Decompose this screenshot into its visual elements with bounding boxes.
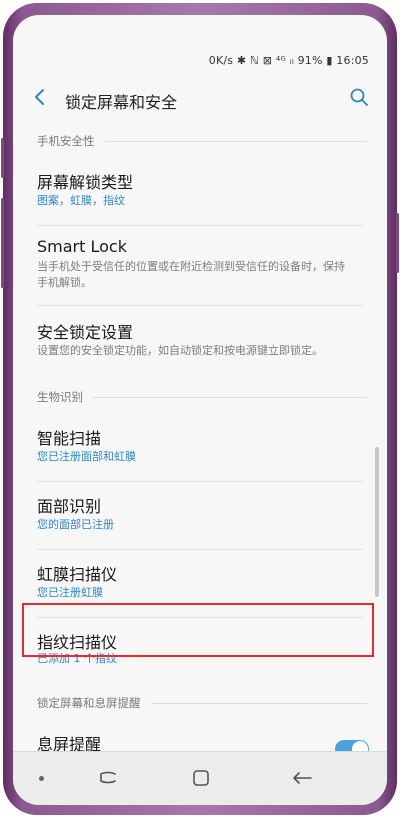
setting-subtitle: 图案，虹膜，指纹 (37, 194, 125, 207)
app-bar: 锁定屏幕和安全 (13, 75, 387, 119)
divider (37, 305, 363, 306)
setting-subtitle: 当手机处于受信任的位置或在附近检测到受信任的设备时，保持手机解锁。 (37, 260, 345, 289)
back-arrow-icon[interactable] (31, 87, 51, 107)
setting-title: 面部识别 (37, 497, 102, 516)
setting-always-on-display[interactable]: 息屏提醒 (13, 723, 373, 754)
fingerprint-highlight-box (22, 603, 374, 657)
search-icon[interactable] (349, 87, 369, 107)
section-label: 生物识别 (37, 390, 83, 404)
setting-face-recognition[interactable]: 面部识别 您的面部已注册 (13, 483, 373, 549)
status-bar: 0K/s ✱ ℕ ⊠ ⁴ᴳ ᵢₗ 91% ▮ 16:05 (13, 51, 387, 71)
setting-secure-lock[interactable]: 安全锁定设置 设置您的安全锁定功能，如自动锁定和按电源键立即锁定。 (13, 311, 373, 377)
setting-subtitle: 您已注册面部和虹膜 (37, 450, 136, 463)
divider (37, 549, 363, 550)
navigation-bar (13, 751, 387, 805)
section-divider (93, 396, 367, 398)
setting-title: 智能扫描 (37, 429, 102, 448)
scrollbar[interactable] (375, 447, 379, 597)
setting-subtitle: 您已注册虹膜 (37, 586, 103, 599)
setting-smart-lock[interactable]: Smart Lock 当手机处于受信任的位置或在附近检测到受信任的设备时，保持手… (13, 229, 373, 301)
setting-title: 虹膜扫描仪 (37, 565, 118, 584)
setting-title: Smart Lock (37, 237, 127, 256)
bixby-button (1, 198, 4, 288)
section-header-phone-security: 手机安全性 (37, 133, 367, 149)
setting-intelligent-scan[interactable]: 智能扫描 您已注册面部和虹膜 (13, 415, 373, 481)
section-divider (150, 702, 367, 704)
section-divider (104, 140, 367, 142)
section-header-lock-screen: 锁定屏幕和息屏提醒 (37, 695, 367, 711)
home-icon[interactable] (191, 768, 211, 788)
section-label: 手机安全性 (37, 134, 95, 148)
screen: 0K/s ✱ ℕ ⊠ ⁴ᴳ ᵢₗ 91% ▮ 16:05 锁定屏幕和安全 手机安… (13, 15, 387, 805)
setting-subtitle: 设置您的安全锁定功能，如自动锁定和按电源键立即锁定。 (37, 344, 323, 357)
volume-button (1, 138, 4, 178)
divider (37, 481, 363, 482)
power-button (396, 213, 399, 273)
recents-icon[interactable] (97, 768, 119, 788)
back-icon[interactable] (291, 768, 313, 788)
setting-subtitle: 您的面部已注册 (37, 518, 114, 531)
page-title: 锁定屏幕和安全 (65, 93, 178, 112)
divider (37, 225, 363, 226)
nav-dot-icon (39, 776, 44, 781)
setting-title: 屏幕解锁类型 (37, 173, 134, 192)
setting-title: 安全锁定设置 (37, 323, 134, 342)
section-label: 锁定屏幕和息屏提醒 (37, 696, 141, 710)
phone-frame: 0K/s ✱ ℕ ⊠ ⁴ᴳ ᵢₗ 91% ▮ 16:05 锁定屏幕和安全 手机安… (1, 3, 399, 815)
status-text: 0K/s ✱ ℕ ⊠ ⁴ᴳ ᵢₗ 91% ▮ 16:05 (208, 54, 369, 67)
setting-screen-lock-type[interactable]: 屏幕解锁类型 图案，虹膜，指纹 (13, 159, 373, 225)
section-header-biometrics: 生物识别 (37, 389, 367, 405)
